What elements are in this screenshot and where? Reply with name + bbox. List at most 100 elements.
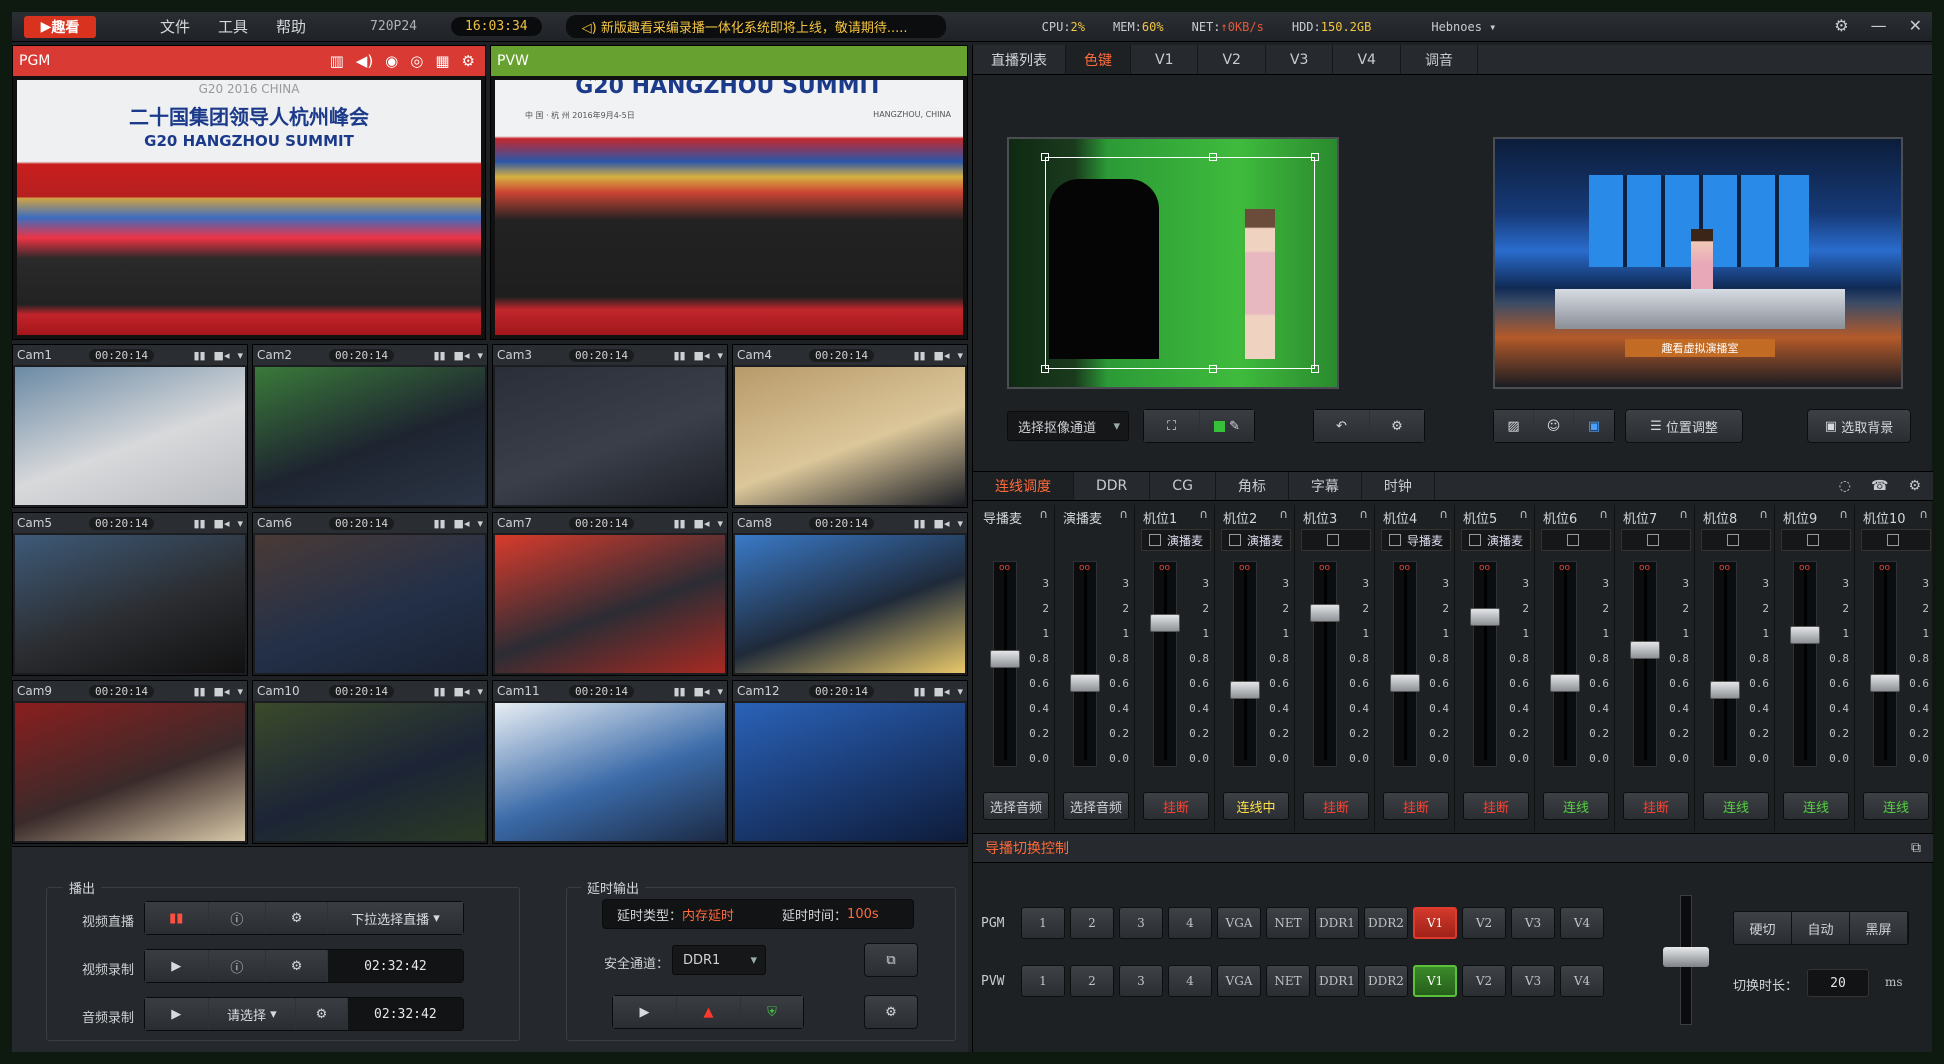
camera-tile[interactable]: Cam1 00:20:14 ▮▮ ■◂ ▾ — [12, 344, 248, 508]
pgm-source-ddr1[interactable]: DDR1 — [1315, 907, 1359, 939]
menu-file[interactable]: 文件 — [160, 16, 190, 37]
channel-action-button[interactable]: 挂断 — [1303, 792, 1369, 820]
menu-help[interactable]: 帮助 — [276, 16, 306, 37]
channel-action-button[interactable]: 挂断 — [1623, 792, 1689, 820]
pgm-source-4[interactable]: 4 — [1168, 907, 1212, 939]
pause-icon[interactable]: ▮▮ — [193, 349, 205, 362]
volume-fader[interactable] — [1150, 561, 1180, 767]
crop-icon[interactable]: ⛶ — [1144, 410, 1200, 442]
mixer-tab-5[interactable]: 时钟 — [1362, 472, 1435, 500]
chevron-down-icon[interactable]: ▾ — [237, 685, 243, 698]
headphones-icon[interactable]: ∩ — [1919, 507, 1928, 521]
duration-input[interactable]: 20 — [1807, 969, 1869, 997]
headphones-icon[interactable]: ∩ — [1279, 507, 1288, 521]
video-camera-icon[interactable]: ■◂ — [214, 685, 230, 698]
headphones-icon[interactable]: ∩ — [1519, 507, 1528, 521]
chevron-down-icon[interactable]: ▾ — [477, 349, 483, 362]
expand-icon[interactable]: ⧉ — [1911, 840, 1921, 856]
user-menu[interactable]: Hebnoes ▾ — [1431, 20, 1496, 34]
gear-icon[interactable]: ⚙ — [296, 998, 348, 1030]
video-camera-icon[interactable]: ■◂ — [694, 685, 710, 698]
mixer-tab-1[interactable]: DDR — [1074, 472, 1151, 500]
chevron-down-icon[interactable]: ▾ — [717, 685, 723, 698]
pvw-source-net[interactable]: NET — [1266, 965, 1310, 997]
undo-icon[interactable]: ↶ — [1314, 410, 1370, 442]
video-camera-icon[interactable]: ■◂ — [934, 349, 950, 362]
gear-icon[interactable]: ⚙ — [864, 995, 918, 1029]
chevron-down-icon[interactable]: ▾ — [957, 349, 963, 362]
position-adjust-button[interactable]: ☰ 位置调整 — [1625, 409, 1743, 443]
pgm-source-v3[interactable]: V3 — [1511, 907, 1555, 939]
pause-icon[interactable]: ▮▮ — [193, 685, 205, 698]
pvw-source-vga[interactable]: VGA — [1217, 965, 1261, 997]
chevron-down-icon[interactable]: ▾ — [957, 517, 963, 530]
gear-icon[interactable]: ⚙ — [266, 902, 328, 934]
camera-tile[interactable]: Cam6 00:20:14 ▮▮ ■◂ ▾ — [252, 512, 488, 676]
chevron-down-icon[interactable]: ▾ — [477, 685, 483, 698]
camera-tile[interactable]: Cam3 00:20:14 ▮▮ ■◂ ▾ — [492, 344, 728, 508]
channel-action-button[interactable]: 连线 — [1863, 792, 1929, 820]
minimize-icon[interactable]: — — [1871, 16, 1887, 35]
play-icon[interactable]: ▶ — [613, 996, 677, 1028]
pause-icon[interactable]: ▮▮ — [433, 349, 445, 362]
pause-icon[interactable]: ▮▮ — [913, 349, 925, 362]
pgm-source-ddr2[interactable]: DDR2 — [1364, 907, 1408, 939]
safe-channel-select[interactable]: DDR1 — [672, 945, 766, 975]
pvw-source-1[interactable]: 1 — [1021, 965, 1065, 997]
settings-icon[interactable]: ⚙ — [1834, 16, 1848, 35]
live-icon[interactable]: ◎ — [410, 52, 423, 70]
pvw-source-ddr2[interactable]: DDR2 — [1364, 965, 1408, 997]
background-layer-icon[interactable]: ▨ — [1494, 410, 1534, 442]
fader-knob[interactable] — [1310, 604, 1340, 622]
mic-source-button[interactable] — [1781, 529, 1851, 551]
headphones-icon[interactable]: ∩ — [1759, 507, 1768, 521]
camera-tile[interactable]: Cam8 00:20:14 ▮▮ ■◂ ▾ — [732, 512, 968, 676]
pgm-source-1[interactable]: 1 — [1021, 907, 1065, 939]
gear-icon[interactable]: ⚙ — [462, 52, 475, 70]
volume-fader[interactable] — [1550, 561, 1580, 767]
camera-tile[interactable]: Cam4 00:20:14 ▮▮ ■◂ ▾ — [732, 344, 968, 508]
audio-source-select[interactable]: 请选择 ▾ — [208, 998, 297, 1030]
fader-knob[interactable] — [1070, 674, 1100, 692]
headphones-icon[interactable]: ∩ — [1439, 507, 1448, 521]
mic-source-button[interactable] — [1621, 529, 1691, 551]
volume-fader[interactable] — [990, 561, 1020, 767]
headphones-icon[interactable]: ∩ — [1039, 507, 1048, 521]
pgm-source-v1[interactable]: V1 — [1413, 907, 1457, 939]
fader-knob[interactable] — [1710, 681, 1740, 699]
channel-action-button[interactable]: 挂断 — [1143, 792, 1209, 820]
channel-action-button[interactable]: 连线中 — [1223, 792, 1289, 820]
volume-fader[interactable] — [1390, 561, 1420, 767]
video-camera-icon[interactable]: ■◂ — [934, 517, 950, 530]
screenshot-icon[interactable]: ⧉ — [864, 943, 918, 977]
person-layer-icon[interactable]: ☺ — [1534, 410, 1574, 442]
mic-source-button[interactable] — [1541, 529, 1611, 551]
black-button[interactable]: 黑屏 — [1850, 912, 1908, 944]
headphones-icon[interactable]: ∩ — [1599, 507, 1608, 521]
mixer-tab-4[interactable]: 字幕 — [1289, 472, 1362, 500]
channel-action-button[interactable]: 连线 — [1543, 792, 1609, 820]
headphones-icon[interactable]: ∩ — [1679, 507, 1688, 521]
pause-icon[interactable]: ▮▮ — [913, 517, 925, 530]
channel-action-button[interactable]: 挂断 — [1463, 792, 1529, 820]
video-camera-icon[interactable]: ■◂ — [454, 517, 470, 530]
camera-tile[interactable]: Cam12 00:20:14 ▮▮ ■◂ ▾ — [732, 680, 968, 844]
camera-tile[interactable]: Cam11 00:20:14 ▮▮ ■◂ ▾ — [492, 680, 728, 844]
chat-icon[interactable]: ◌ — [1839, 478, 1851, 494]
gear-icon[interactable]: ⚙ — [1908, 478, 1921, 494]
resize-handle[interactable] — [1041, 365, 1049, 373]
menu-tools[interactable]: 工具 — [218, 16, 248, 37]
headphones-icon[interactable]: ∩ — [1199, 507, 1208, 521]
play-icon[interactable]: ▶ — [145, 998, 209, 1030]
headphones-icon[interactable]: ∩ — [1359, 507, 1368, 521]
auto-button[interactable]: 自动 — [1792, 912, 1850, 944]
pgm-source-vga[interactable]: VGA — [1217, 907, 1261, 939]
tab-6[interactable]: 调音 — [1401, 45, 1478, 74]
pvw-source-2[interactable]: 2 — [1070, 965, 1114, 997]
pause-icon[interactable]: ▮▮ — [913, 685, 925, 698]
tab-2[interactable]: V1 — [1131, 45, 1199, 74]
fader-knob[interactable] — [1150, 614, 1180, 632]
pgm-source-2[interactable]: 2 — [1070, 907, 1114, 939]
headphones-icon[interactable]: ∩ — [1839, 507, 1848, 521]
chevron-down-icon[interactable]: ▾ — [237, 517, 243, 530]
